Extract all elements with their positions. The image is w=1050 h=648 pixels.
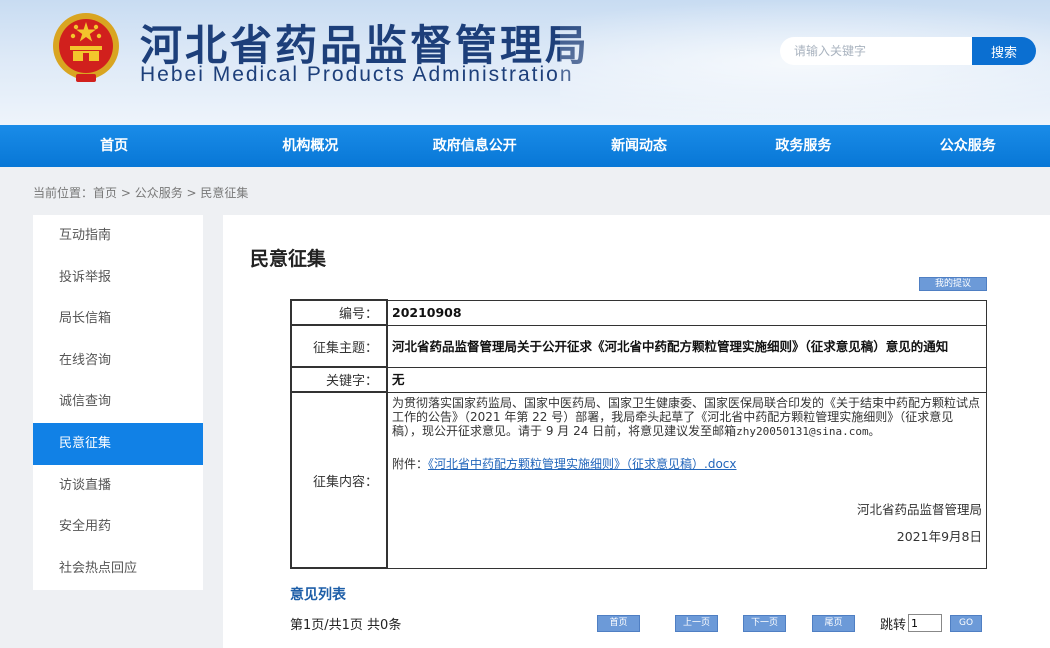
nav-item-home[interactable]: 首页 (0, 125, 228, 167)
sidebar-item-interview-live[interactable]: 访谈直播 (33, 465, 203, 507)
sidebar-item-director-mailbox[interactable]: 局长信箱 (33, 298, 203, 340)
pager-info: 第1页/共1页 共0条 (290, 618, 402, 633)
sidebar: 互动指南 投诉举报 局长信箱 在线咨询 诚信查询 民意征集 访谈直播 安全用药 … (33, 215, 203, 590)
nav-item-organization[interactable]: 机构概况 (228, 125, 392, 167)
attachment-label: 附件： (392, 456, 429, 471)
collection-detail-table: 编号： 20210908 征集主题： 河北省药品监督管理局关于公开征求《河北省中… (290, 299, 987, 569)
pager-prev-button[interactable]: 上一页 (675, 615, 718, 632)
number-value: 20210908 (386, 299, 987, 326)
sidebar-item-guide[interactable]: 互动指南 (33, 215, 203, 257)
signature-org: 河北省药品监督管理局 (856, 501, 982, 517)
keywords-value: 无 (386, 366, 987, 393)
main-content: 民意征集 我的提议 编号： 20210908 征集主题： 河北省药品监督管理局关… (223, 215, 1050, 648)
breadcrumb-prefix: 当前位置： (33, 186, 94, 200)
sidebar-item-opinion-collection[interactable]: 民意征集 (33, 422, 203, 465)
go-button[interactable]: GO (950, 615, 982, 632)
my-suggestion-button[interactable]: 我的提议 (919, 277, 987, 291)
content-email: zhy20050131@sina.com。 (736, 424, 880, 438)
number-label: 编号： (290, 299, 388, 326)
page-title: 民意征集 (250, 248, 327, 270)
jump-label: 跳转 (880, 618, 907, 633)
content-value: 为贯彻落实国家药监局、国家中医药局、国家卫生健康委、国家医保局联合印发的《关于结… (386, 391, 987, 569)
search-input[interactable] (780, 37, 972, 65)
sidebar-item-safe-medication[interactable]: 安全用药 (33, 506, 203, 548)
main-nav: 首页 机构概况 政府信息公开 新闻动态 政务服务 公众服务 (0, 125, 1050, 167)
breadcrumb-path[interactable]: 首页 > 公众服务 > 民意征集 (93, 186, 248, 200)
signature-date: 2021年9月8日 (896, 528, 982, 544)
site-header: 河北省药品监督管理局 Hebei Medical Products Admini… (0, 0, 1050, 125)
attachment: 附件：《河北省中药配方颗粒管理实施细则》（征求意见稿）.docx (392, 457, 982, 472)
attachment-link[interactable]: 《河北省中药配方颗粒管理实施细则》（征求意见稿）.docx (428, 457, 736, 471)
opinion-list-title: 意见列表 (290, 587, 346, 603)
keywords-label: 关键字： (290, 366, 388, 393)
pager-last-button[interactable]: 尾页 (812, 615, 855, 632)
content-label: 征集内容： (290, 391, 388, 569)
pager-next-button[interactable]: 下一页 (743, 615, 786, 632)
sidebar-item-hot-topics[interactable]: 社会热点回应 (33, 548, 203, 590)
national-emblem-icon (53, 13, 119, 82)
breadcrumb: 当前位置：首页 > 公众服务 > 民意征集 (33, 184, 248, 201)
nav-item-gov-services[interactable]: 政务服务 (721, 125, 885, 167)
subject-value: 河北省药品监督管理局关于公开征求《河北省中药配方颗粒管理实施细则》（征求意见稿）… (386, 324, 987, 368)
content-text: 为贯彻落实国家药监局、国家中医药局、国家卫生健康委、国家医保局联合印发的《关于结… (392, 396, 982, 439)
sidebar-item-online-consult[interactable]: 在线咨询 (33, 340, 203, 382)
nav-item-gov-info[interactable]: 政府信息公开 (393, 125, 557, 167)
sidebar-item-credit-query[interactable]: 诚信查询 (33, 381, 203, 423)
site-subtitle: Hebei Medical Products Administration (140, 63, 574, 86)
subject-label: 征集主题： (290, 324, 388, 368)
sidebar-item-complaints[interactable]: 投诉举报 (33, 257, 203, 299)
jump-page-input[interactable] (908, 614, 942, 632)
search-button[interactable]: 搜索 (972, 37, 1036, 65)
content-body: 为贯彻落实国家药监局、国家中医药局、国家卫生健康委、国家医保局联合印发的《关于结… (392, 395, 981, 438)
nav-item-public-services[interactable]: 公众服务 (886, 125, 1050, 167)
nav-item-news[interactable]: 新闻动态 (557, 125, 721, 167)
pager-first-button[interactable]: 首页 (597, 615, 640, 632)
